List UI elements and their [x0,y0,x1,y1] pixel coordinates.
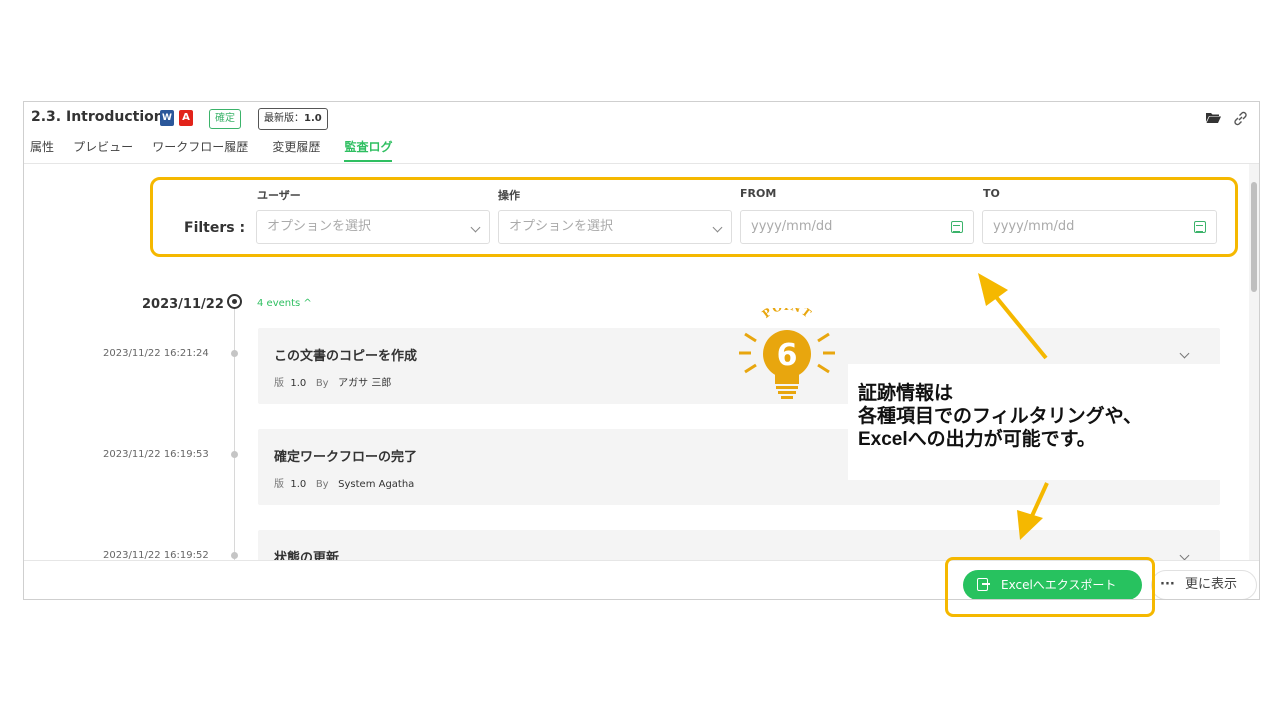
svg-text:POINT: POINT [760,308,814,321]
scrollbar-thumb[interactable] [1251,182,1257,292]
tab-audit-log[interactable]: 監査ログ [344,138,393,162]
callout-text: 証跡情報は 各種項目でのフィルタリングや、 Excelへの出力が可能です。 [858,382,1142,451]
version-badge: 最新版：1.0 [258,108,328,130]
link-icon[interactable] [1232,110,1249,127]
event-by-label: By [315,378,329,389]
version-badge-value: 1.0 [304,113,322,124]
export-highlight-box [945,557,1155,617]
version-badge-label: 最新版： [264,113,304,124]
event-version-label: 版 [274,479,284,490]
point-number: 6 [777,338,798,373]
tab-workflow-history[interactable]: ワークフロー履歴 [152,138,248,162]
timeline-line [234,304,235,560]
event-by-label: By [315,479,329,490]
event-version-label: 版 [274,378,284,389]
event-version: 1.0 [290,378,307,389]
event-time: 2023/11/22 16:21:24 [103,348,209,359]
event-version: 1.0 [290,479,307,490]
point-word: POINT [760,308,813,321]
tab-change-history[interactable]: 変更履歴 [272,138,320,162]
tab-preview[interactable]: プレビュー [73,138,133,162]
folder-icon[interactable] [1206,112,1221,123]
show-more-label: 更に表示 [1185,577,1238,592]
event-dot [231,552,238,559]
document-header: 2.3. Introduction W A 確定 最新版：1.0 属性 プレビュ… [24,102,1259,164]
vertical-scrollbar[interactable] [1249,164,1259,560]
event-title: 確定ワークフローの完了 [274,450,418,465]
filters-highlight-box [150,177,1238,257]
event-dot [231,451,238,458]
tab-attributes[interactable]: 属性 [30,138,54,162]
event-meta: 版 1.0 By System Agatha [274,475,414,490]
pdf-file-icon[interactable]: A [179,110,193,126]
chevron-down-icon[interactable] [1179,348,1190,359]
callout-line: 各種項目でのフィルタリングや、 [858,406,1143,427]
event-time: 2023/11/22 16:19:52 [103,550,209,560]
status-badge: 確定 [209,109,241,129]
word-file-icon[interactable]: W [160,110,174,126]
events-toggle[interactable]: 4 events ^ [257,298,312,309]
more-dots-icon: ··· [1160,577,1175,592]
event-time: 2023/11/22 16:19:53 [103,449,209,460]
tab-bar: 属性 プレビュー ワークフロー履歴 変更履歴 監査ログ [30,138,406,162]
show-more-button[interactable]: ··· 更に表示 [1151,570,1257,599]
event-title: 状態の更新 [274,551,340,560]
document-panel: 2.3. Introduction W A 確定 最新版：1.0 属性 プレビュ… [23,101,1260,600]
chevron-down-icon[interactable] [1179,550,1190,560]
event-user: System Agatha [338,479,415,490]
event-title: この文書のコピーを作成 [274,349,418,364]
event-meta: 版 1.0 By アガサ 三郎 [274,374,391,389]
callout-line: 証跡情報は [858,383,954,404]
callout-line: Excelへの出力が可能です。 [858,429,1096,450]
document-title: 2.3. Introduction [31,109,164,125]
timeline-date: 2023/11/22 [142,297,224,312]
event-card[interactable]: 状態の更新 [258,530,1220,560]
point-lightbulb-icon: POINT 6 [739,308,835,399]
timeline-date-marker [227,294,242,309]
callout-box: 証跡情報は 各種項目でのフィルタリングや、 Excelへの出力が可能です。 [848,364,1230,480]
event-user: アガサ 三郎 [338,378,392,389]
event-dot [231,350,238,357]
